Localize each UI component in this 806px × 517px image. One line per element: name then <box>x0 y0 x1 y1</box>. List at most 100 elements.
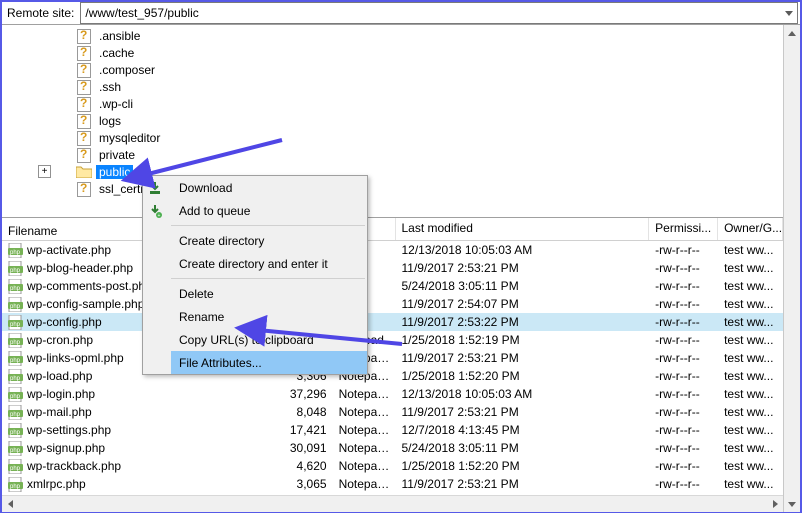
file-list-header: Filename e Last modified Permissi... Own… <box>2 218 783 241</box>
menu-item[interactable]: Create directory <box>171 229 367 252</box>
php-file-icon: php <box>8 441 24 456</box>
menu-separator <box>171 278 365 279</box>
tree-node-label: .ansible <box>96 29 143 43</box>
file-row[interactable]: phpwp-activate.phpad...12/13/2018 10:05:… <box>2 241 783 259</box>
scroll-up-button[interactable] <box>784 25 800 41</box>
menu-item[interactable]: File Attributes... <box>171 351 367 374</box>
tree-node[interactable]: ?.wp-cli <box>76 95 783 112</box>
file-owner: test ww... <box>718 441 783 455</box>
file-row[interactable]: phpwp-load.php3,306Notepad...1/25/2018 1… <box>2 367 783 385</box>
file-permissions: -rw-r--r-- <box>649 387 718 401</box>
file-row[interactable]: phpwp-trackback.php4,620Notepad...1/25/2… <box>2 457 783 475</box>
menu-item-label: File Attributes... <box>179 356 262 370</box>
file-row[interactable]: phpwp-cron.php3,669Notepad1/25/2018 1:52… <box>2 331 783 349</box>
file-owner: test ww... <box>718 315 783 329</box>
remote-path-combobox[interactable]: /www/test_957/public <box>80 2 798 24</box>
file-row[interactable]: phpxmlrpc.php3,065Notepad...11/9/2017 2:… <box>2 475 783 493</box>
path-dropdown-button[interactable] <box>781 3 797 23</box>
file-permissions: -rw-r--r-- <box>649 441 718 455</box>
file-name: wp-config.php <box>27 315 102 329</box>
unknown-folder-icon: ? <box>76 182 92 195</box>
php-file-icon: php <box>8 459 24 474</box>
menu-item-label: Rename <box>179 310 224 324</box>
menu-item[interactable]: +Add to queue <box>171 199 367 222</box>
menu-item[interactable]: Copy URL(s) to clipboard <box>171 328 367 351</box>
menu-item-label: Create directory and enter it <box>179 257 328 271</box>
file-modified: 1/25/2018 1:52:19 PM <box>395 333 649 347</box>
tree-node[interactable]: ?mysqleditor <box>76 129 783 146</box>
menu-item[interactable]: Create directory and enter it <box>171 252 367 275</box>
remote-site-bar: Remote site: /www/test_957/public <box>2 2 800 25</box>
triangle-right-icon <box>773 500 778 508</box>
file-owner: test ww... <box>718 459 783 473</box>
php-file-icon: php <box>8 387 24 402</box>
menu-item[interactable]: Rename <box>171 305 367 328</box>
menu-item-label: Copy URL(s) to clipboard <box>179 333 314 347</box>
file-permissions: -rw-r--r-- <box>649 315 718 329</box>
v-scrollbar[interactable] <box>783 25 800 512</box>
tree-node[interactable]: ?.ssh <box>76 78 783 95</box>
tree-node-label: mysqleditor <box>96 131 163 145</box>
menu-item[interactable]: Download <box>171 176 367 199</box>
file-owner: test ww... <box>718 279 783 293</box>
file-name: wp-trackback.php <box>27 459 121 473</box>
tree-node-label: private <box>96 148 138 162</box>
file-row[interactable]: phpwp-settings.php17,421Notepad...12/7/2… <box>2 421 783 439</box>
file-row[interactable]: phpwp-config-sample.phpad...11/9/2017 2:… <box>2 295 783 313</box>
triangle-down-icon <box>788 502 796 507</box>
tree-node[interactable]: ?logs <box>76 112 783 129</box>
tree-node[interactable]: ?.composer <box>76 61 783 78</box>
php-file-icon: php <box>8 243 24 258</box>
scroll-right-button[interactable] <box>767 496 783 512</box>
file-row[interactable]: phpwp-mail.php8,048Notepad...11/9/2017 2… <box>2 403 783 421</box>
file-row[interactable]: phpwp-links-opml.php2,422Notepad...11/9/… <box>2 349 783 367</box>
file-size: 30,091 <box>271 441 333 455</box>
file-size: 17,421 <box>271 423 333 437</box>
file-name: wp-login.php <box>27 387 95 401</box>
file-name: wp-activate.php <box>27 243 111 257</box>
col-owner[interactable]: Owner/G... <box>718 218 783 240</box>
col-permissions[interactable]: Permissi... <box>649 218 718 240</box>
svg-text:php: php <box>10 268 21 274</box>
php-file-icon: php <box>8 423 24 438</box>
file-modified: 11/9/2017 2:53:21 PM <box>395 261 649 275</box>
svg-text:php: php <box>10 250 21 256</box>
svg-text:php: php <box>10 286 21 292</box>
file-size: 3,065 <box>271 477 333 491</box>
remote-site-label: Remote site: <box>2 6 78 20</box>
col-modified[interactable]: Last modified <box>396 218 650 240</box>
file-owner: test ww... <box>718 423 783 437</box>
unknown-folder-icon: ? <box>76 63 92 76</box>
file-name: wp-comments-post.ph <box>27 279 145 293</box>
file-name: wp-mail.php <box>27 405 92 419</box>
tree-node[interactable]: ?private <box>76 146 783 163</box>
file-permissions: -rw-r--r-- <box>649 261 718 275</box>
download-icon <box>147 180 163 196</box>
file-permissions: -rw-r--r-- <box>649 477 718 491</box>
triangle-up-icon <box>788 31 796 36</box>
tree-node[interactable]: ?.ansible <box>76 27 783 44</box>
file-row[interactable]: phpwp-blog-header.phpad...11/9/2017 2:53… <box>2 259 783 277</box>
file-row[interactable]: phpwp-comments-post.phad...5/24/2018 3:0… <box>2 277 783 295</box>
svg-text:php: php <box>10 466 21 472</box>
php-file-icon: php <box>8 333 24 348</box>
menu-item[interactable]: Delete <box>171 282 367 305</box>
file-row[interactable]: phpwp-config.phpad...11/9/2017 2:53:22 P… <box>2 313 783 331</box>
tree-node[interactable]: ?.cache <box>76 44 783 61</box>
file-permissions: -rw-r--r-- <box>649 243 718 257</box>
expand-toggle[interactable]: + <box>38 165 51 178</box>
file-modified: 12/13/2018 10:05:03 AM <box>395 243 649 257</box>
file-type: Notepad... <box>333 441 396 455</box>
h-scrollbar[interactable] <box>2 495 783 512</box>
php-file-icon: php <box>8 279 24 294</box>
file-owner: test ww... <box>718 351 783 365</box>
file-permissions: -rw-r--r-- <box>649 369 718 383</box>
unknown-folder-icon: ? <box>76 80 92 93</box>
file-size: 4,620 <box>271 459 333 473</box>
scroll-left-button[interactable] <box>2 496 18 512</box>
file-row[interactable]: phpwp-login.php37,296Notepad...12/13/201… <box>2 385 783 403</box>
menu-item-label: Add to queue <box>179 204 250 218</box>
file-owner: test ww... <box>718 477 783 491</box>
scroll-down-button[interactable] <box>784 496 800 512</box>
file-row[interactable]: phpwp-signup.php30,091Notepad...5/24/201… <box>2 439 783 457</box>
